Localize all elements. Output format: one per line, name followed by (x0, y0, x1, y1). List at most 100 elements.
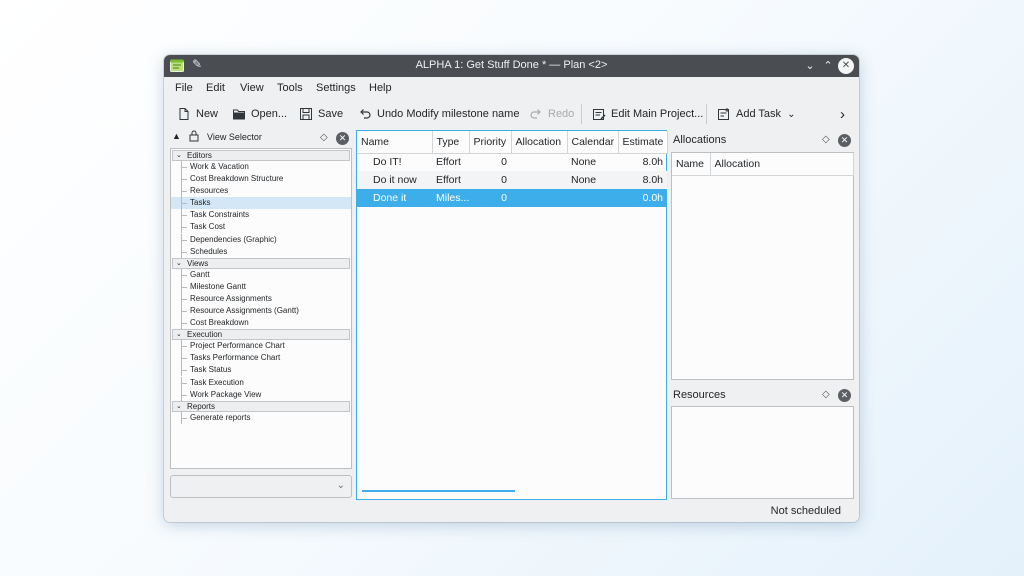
view-item[interactable]: Work & Vacation (171, 161, 351, 174)
allocations-title: Allocations (673, 134, 727, 146)
undo-button[interactable]: Undo Modify milestone name (358, 101, 519, 127)
lock-icon[interactable] (189, 130, 199, 145)
view-item[interactable]: Task Cost (171, 221, 351, 234)
save-label: Save (318, 108, 344, 120)
menu-tools[interactable]: Tools (277, 82, 303, 94)
title-bar[interactable]: ✎ ALPHA 1: Get Stuff Done * — Plan <2> ⌄… (164, 55, 859, 77)
menu-help[interactable]: Help (369, 82, 392, 94)
view-item[interactable]: Tasks Performance Chart (171, 352, 351, 365)
view-selector-header: ▲ View Selector ◇ ✕ (170, 129, 352, 149)
menu-file[interactable]: File (175, 82, 193, 94)
column-header-allocation[interactable]: Allocation (511, 131, 568, 154)
table-cell[interactable]: Miles... (432, 189, 469, 207)
resources-title: Resources (673, 389, 726, 401)
float-icon[interactable]: ◇ (822, 134, 830, 145)
view-item[interactable]: Tasks (171, 197, 351, 210)
view-item[interactable]: Task Constraints (171, 209, 351, 222)
main-toolbar: New Open... Save Undo Modify milestone n… (164, 101, 859, 127)
menu-settings[interactable]: Settings (316, 82, 356, 94)
view-item[interactable]: Gantt (171, 268, 351, 281)
table-cell[interactable]: 0 (469, 171, 511, 189)
view-section-header[interactable]: ⌄ Views (172, 257, 350, 269)
view-item[interactable]: Schedules (171, 245, 351, 258)
table-row[interactable]: Do IT! Effort 0 None 8.0h (357, 153, 667, 171)
table-cell[interactable] (511, 153, 567, 171)
tasks-table: Name Type Priority Allocation Calendar E… (357, 131, 668, 207)
table-row[interactable]: Do it now Effort 0 None 8.0h (357, 171, 667, 189)
minimize-button[interactable]: ⌄ (802, 58, 818, 74)
view-section-header[interactable]: ⌄ Editors (172, 150, 350, 161)
edit-main-project-button[interactable]: Edit Main Project... (592, 101, 703, 127)
table-cell[interactable]: None (567, 171, 618, 189)
allocations-header: Allocations ◇ ✕ (671, 131, 854, 151)
view-selector-combo[interactable]: ⌄ (170, 475, 352, 498)
view-item[interactable]: Cost Breakdown (171, 317, 351, 330)
view-section-header[interactable]: ⌄ Reports (172, 400, 350, 412)
add-task-button[interactable]: Add Task ⌄ (717, 101, 795, 127)
table-cell[interactable]: 0.0h (618, 189, 667, 207)
table-cell[interactable]: 0 (469, 153, 511, 171)
close-dock-icon[interactable]: ✕ (838, 134, 851, 147)
view-item[interactable]: Work Package View (171, 388, 351, 401)
save-button[interactable]: Save (299, 101, 343, 127)
table-row[interactable]: Done it Miles... 0 0.0h (357, 189, 667, 207)
table-cell[interactable]: Done it (357, 189, 432, 207)
open-button[interactable]: Open... (232, 101, 287, 127)
app-window: ✎ ALPHA 1: Get Stuff Done * — Plan <2> ⌄… (164, 55, 859, 522)
view-item[interactable]: Cost Breakdown Structure (171, 173, 351, 186)
menu-edit[interactable]: Edit (206, 82, 225, 94)
float-icon[interactable]: ◇ (320, 132, 328, 143)
column-header-name[interactable]: Name (672, 153, 711, 176)
add-task-label: Add Task (736, 108, 782, 120)
new-label: New (196, 108, 219, 120)
table-cell[interactable]: Effort (432, 171, 469, 189)
column-header-name[interactable]: Name (357, 131, 433, 154)
maximize-button[interactable]: ⌃ (820, 58, 836, 74)
view-item[interactable]: Task Status (171, 364, 351, 377)
undo-label: Undo Modify milestone name (377, 108, 520, 120)
toolbar-overflow-button[interactable]: › (840, 101, 845, 127)
view-section-label: Editors (187, 151, 212, 160)
table-cell[interactable]: 8.0h (618, 171, 667, 189)
view-item[interactable]: Task Execution (171, 376, 351, 389)
close-dock-icon[interactable]: ✕ (336, 132, 349, 145)
view-item[interactable]: Dependencies (Graphic) (171, 233, 351, 246)
column-header-estimate[interactable]: Estimate (618, 131, 668, 154)
new-button[interactable]: New (177, 101, 218, 127)
view-item[interactable]: Project Performance Chart (171, 340, 351, 353)
horizontal-scrollbar[interactable] (362, 490, 515, 492)
chevron-down-icon: ⌄ (176, 259, 182, 267)
folder-icon (232, 107, 246, 121)
close-dock-icon[interactable]: ✕ (838, 389, 851, 402)
view-section-header[interactable]: ⌄ Execution (172, 329, 350, 341)
table-cell[interactable]: None (567, 153, 618, 171)
view-item[interactable]: Generate reports (171, 411, 351, 424)
add-task-dropdown-icon[interactable]: ⌄ (787, 109, 795, 120)
table-cell[interactable]: 0 (469, 189, 511, 207)
column-header-calendar[interactable]: Calendar (567, 131, 619, 154)
menu-view[interactable]: View (240, 82, 264, 94)
column-header-allocation[interactable]: Allocation (710, 153, 854, 176)
view-item[interactable]: Resource Assignments (Gantt) (171, 305, 351, 318)
column-header-priority[interactable]: Priority (469, 131, 512, 154)
view-selector-title: View Selector (207, 132, 262, 142)
view-item[interactable]: Resource Assignments (171, 292, 351, 306)
table-cell[interactable] (511, 171, 567, 189)
save-icon (299, 107, 313, 121)
redo-button[interactable]: Redo (529, 101, 574, 127)
chevron-down-icon: ⌄ (176, 402, 182, 410)
table-cell[interactable] (567, 189, 618, 207)
view-item[interactable]: Milestone Gantt (171, 280, 351, 293)
redo-label: Redo (548, 108, 575, 120)
table-cell[interactable]: Do IT! (357, 153, 432, 171)
table-cell[interactable] (511, 189, 567, 207)
column-header-type[interactable]: Type (432, 131, 470, 154)
table-cell[interactable]: Effort (432, 153, 469, 171)
table-cell[interactable]: Do it now (357, 171, 432, 189)
float-icon[interactable]: ◇ (822, 389, 830, 400)
view-item[interactable]: Resources (171, 185, 351, 198)
close-window-button[interactable]: ✕ (838, 58, 854, 74)
collapse-all-icon[interactable]: ▲ (172, 131, 181, 141)
table-cell[interactable]: 8.0h (618, 153, 667, 171)
new-document-icon (177, 107, 191, 121)
